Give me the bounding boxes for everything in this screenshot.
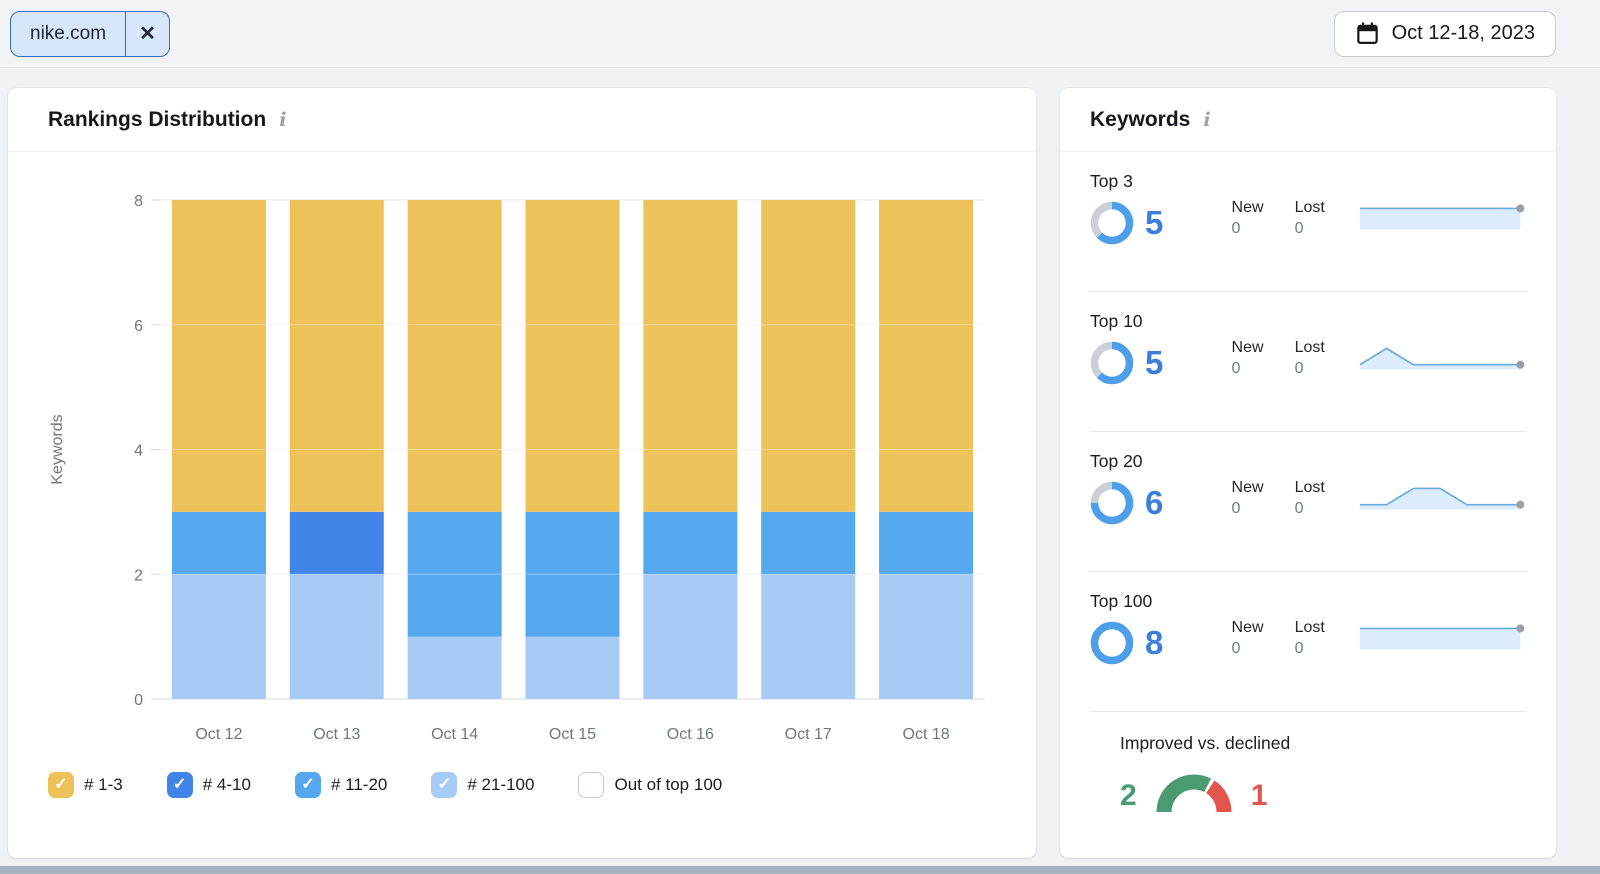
info-icon[interactable]: i <box>1201 109 1212 131</box>
legend-label: Out of top 100 <box>614 775 722 795</box>
rankings-stacked-bar-chart: 0 2 4 6 8 Oct 12 Oct 13 Oct 14 Oct 15 Oct 16 Oct 1… <box>16 166 1028 746</box>
donut-chart <box>1090 201 1134 245</box>
svg-text:Keywords: Keywords <box>49 414 66 484</box>
check-icon: ✓ <box>301 777 314 793</box>
svg-text:Oct 12: Oct 12 <box>195 726 242 743</box>
keywords-rows: Top 3 5 New 0 Lost 0 <box>1060 152 1556 812</box>
rankings-distribution-card: Rankings Distribution i 0 2 4 6 8 Oct 12 Oct 1… <box>8 88 1036 858</box>
calendar-icon <box>1355 21 1380 46</box>
legend-item-21-100[interactable]: ✓ # 21-100 <box>431 772 534 798</box>
trend-sparkline <box>1358 623 1526 653</box>
new-label: New <box>1232 199 1295 217</box>
row-value: 5 <box>1145 204 1163 242</box>
new-label: New <box>1232 619 1295 637</box>
new-value: 0 <box>1232 360 1295 378</box>
checkbox-checked-icon[interactable]: ✓ <box>167 772 193 798</box>
new-value: 0 <box>1232 500 1295 518</box>
legend-item-11-20[interactable]: ✓ # 11-20 <box>295 772 387 798</box>
trend-sparkline <box>1358 203 1526 233</box>
keywords-card: Keywords i Top 3 5 New 0 Lost 0 <box>1060 88 1556 858</box>
row-label: Top 3 <box>1090 171 1232 192</box>
lost-value: 0 <box>1295 500 1358 518</box>
check-icon: ✓ <box>54 777 67 793</box>
keywords-row-top-20: Top 20 6 New 0 Lost 0 <box>1090 432 1526 571</box>
svg-text:2: 2 <box>134 567 143 584</box>
legend-label: # 21-100 <box>467 775 534 795</box>
svg-text:Oct 18: Oct 18 <box>903 726 950 743</box>
domain-filter-chip[interactable]: nike.com ✕ <box>10 11 170 57</box>
svg-text:0: 0 <box>134 692 143 709</box>
legend-item-4-10[interactable]: ✓ # 4-10 <box>167 772 251 798</box>
keywords-card-title: Keywords <box>1090 108 1190 132</box>
checkbox-checked-icon[interactable]: ✓ <box>431 772 457 798</box>
date-range-button[interactable]: Oct 12-18, 2023 <box>1334 11 1556 57</box>
bottom-strip <box>0 866 1600 874</box>
lost-label: Lost <box>1295 339 1358 357</box>
checkbox-checked-icon[interactable]: ✓ <box>48 772 74 798</box>
lost-label: Lost <box>1295 619 1358 637</box>
lost-label: Lost <box>1295 199 1358 217</box>
row-label: Top 20 <box>1090 451 1232 472</box>
legend-item-out-of-top-100[interactable]: Out of top 100 <box>578 772 722 798</box>
chart-legend: ✓ # 1-3 ✓ # 4-10 ✓ # 11-20 ✓ # 21-100 Ou… <box>8 746 1036 798</box>
main-content: Rankings Distribution i 0 2 4 6 8 Oct 12 Oct 1… <box>0 68 1600 858</box>
rankings-card-header: Rankings Distribution i <box>8 88 1036 152</box>
donut-chart <box>1090 341 1134 385</box>
declined-count: 1 <box>1251 781 1268 812</box>
keywords-row-top-100: Top 100 8 New 0 Lost 0 <box>1090 572 1526 711</box>
checkbox-checked-icon[interactable]: ✓ <box>295 772 321 798</box>
svg-text:Oct 15: Oct 15 <box>549 726 596 743</box>
trend-sparkline <box>1358 343 1526 373</box>
improved-vs-declined-label: Improved vs. declined <box>1120 733 1496 754</box>
topbar: nike.com ✕ Oct 12-18, 2023 <box>0 0 1600 68</box>
improved-count: 2 <box>1120 781 1137 812</box>
new-label: New <box>1232 339 1295 357</box>
svg-text:8: 8 <box>134 193 143 210</box>
date-range-label: Oct 12-18, 2023 <box>1392 22 1535 45</box>
new-value: 0 <box>1232 640 1295 658</box>
donut-chart <box>1090 481 1134 525</box>
row-value: 6 <box>1145 484 1163 522</box>
checkbox-unchecked-icon[interactable] <box>578 772 604 798</box>
legend-item-1-3[interactable]: ✓ # 1-3 <box>48 772 123 798</box>
legend-label: # 4-10 <box>203 775 251 795</box>
info-icon[interactable]: i <box>277 109 288 131</box>
lost-value: 0 <box>1295 640 1358 658</box>
svg-text:6: 6 <box>134 318 143 335</box>
improved-declined-gauge <box>1151 770 1237 812</box>
keywords-row-top-3: Top 3 5 New 0 Lost 0 <box>1090 152 1526 291</box>
lost-value: 0 <box>1295 360 1358 378</box>
chip-remove-button[interactable]: ✕ <box>125 12 169 56</box>
svg-text:Oct 13: Oct 13 <box>313 726 360 743</box>
domain-chip-label: nike.com <box>11 12 125 56</box>
trend-sparkline <box>1358 483 1526 513</box>
row-label: Top 10 <box>1090 311 1232 332</box>
donut-chart <box>1090 621 1134 665</box>
new-label: New <box>1232 479 1295 497</box>
row-value: 5 <box>1145 344 1163 382</box>
legend-label: # 11-20 <box>331 775 387 795</box>
keywords-card-header: Keywords i <box>1060 88 1556 152</box>
check-icon: ✓ <box>173 777 186 793</box>
rankings-card-title: Rankings Distribution <box>48 108 266 132</box>
improved-vs-declined-section: Improved vs. declined 2 1 <box>1090 712 1526 812</box>
svg-text:Oct 14: Oct 14 <box>431 726 478 743</box>
lost-value: 0 <box>1295 220 1358 238</box>
close-icon: ✕ <box>139 21 156 46</box>
lost-label: Lost <box>1295 479 1358 497</box>
keywords-row-top-10: Top 10 5 New 0 Lost 0 <box>1090 292 1526 431</box>
svg-text:Oct 17: Oct 17 <box>785 726 832 743</box>
svg-text:4: 4 <box>134 443 143 460</box>
legend-label: # 1-3 <box>84 775 123 795</box>
row-label: Top 100 <box>1090 591 1232 612</box>
check-icon: ✓ <box>438 777 451 793</box>
svg-text:Oct 16: Oct 16 <box>667 726 714 743</box>
new-value: 0 <box>1232 220 1295 238</box>
row-value: 8 <box>1145 624 1163 662</box>
